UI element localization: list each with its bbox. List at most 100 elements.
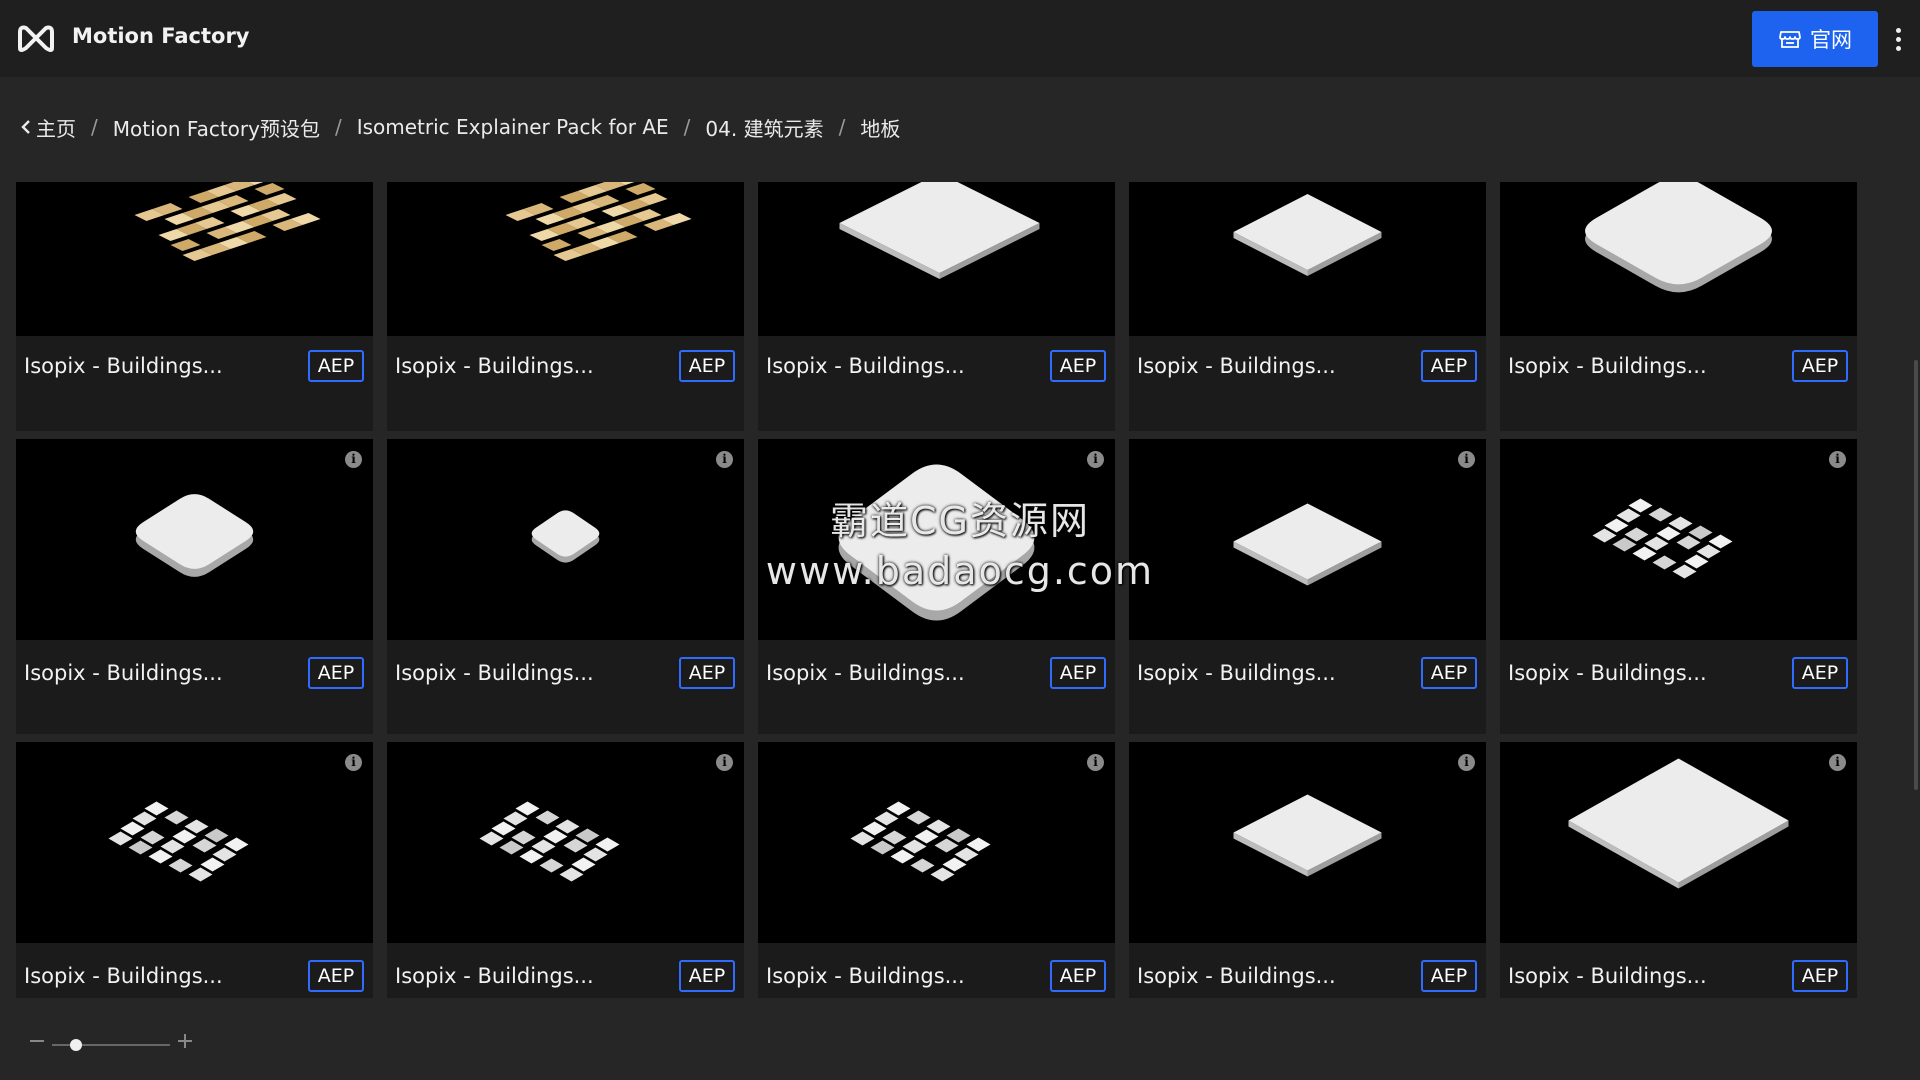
asset-card[interactable]: i Isopix - Buildings... AEP [1500,439,1857,734]
asset-grid: Isopix - Buildings... AEP Isopix - Buildin… [16,182,1857,998]
file-type-badge: AEP [1421,657,1477,689]
floor-preview-image [134,182,321,261]
asset-thumbnail[interactable]: i [758,742,1115,943]
asset-title: Isopix - Buildings... [395,661,594,685]
asset-thumbnail[interactable]: i [387,742,744,943]
asset-thumbnail[interactable] [1129,182,1486,336]
asset-title: Isopix - Buildings... [1508,661,1707,685]
floor-preview-image [505,182,692,261]
more-menu-button[interactable] [1886,24,1910,54]
app-title: Motion Factory [72,24,250,48]
breadcrumb-presets-link[interactable]: Motion Factory预设包 [113,113,320,142]
asset-card[interactable]: i Isopix - Buildings... AEP [387,742,744,998]
breadcrumb-current: 地板 [860,116,901,141]
asset-card[interactable]: i Isopix - Buildings... AEP [1129,439,1486,734]
asset-thumbnail[interactable]: i [1129,742,1486,943]
asset-thumbnail[interactable]: i [1500,742,1857,943]
floor-preview-image [531,510,600,563]
asset-card[interactable]: i Isopix - Buildings... AEP [1500,742,1857,998]
asset-title: Isopix - Buildings... [1137,964,1336,988]
vertical-scrollbar[interactable] [1914,360,1918,790]
asset-thumbnail[interactable]: i [16,439,373,640]
file-type-badge: AEP [679,350,735,382]
floor-preview-image [1585,182,1772,293]
breadcrumb: 主页 / Motion Factory预设包 / Isometric Expla… [20,112,900,142]
file-type-badge: AEP [1050,350,1106,382]
file-type-badge: AEP [308,350,364,382]
asset-thumbnail[interactable] [758,182,1115,336]
official-site-button[interactable]: 官网 [1752,11,1878,67]
info-icon[interactable]: i [716,754,733,771]
asset-card[interactable]: Isopix - Buildings... AEP [758,182,1115,431]
asset-thumbnail[interactable]: i [1129,439,1486,640]
floor-preview-image [1592,498,1733,579]
file-type-badge: AEP [308,657,364,689]
breadcrumb-separator: / [683,115,691,139]
breadcrumb-pack-link[interactable]: Isometric Explainer Pack for AE [357,115,669,139]
more-dots-icon [1895,27,1901,33]
top-bar: Motion Factory 官网 [0,0,1920,77]
asset-thumbnail[interactable]: i [387,439,744,640]
asset-card[interactable]: Isopix - Buildings... AEP [1129,182,1486,431]
info-icon[interactable]: i [345,451,362,468]
motion-factory-logo-icon[interactable] [16,22,56,54]
floor-preview-image [108,801,249,882]
zoom-in-icon[interactable] [178,1034,192,1048]
file-type-badge: AEP [1792,657,1848,689]
asset-title: Isopix - Buildings... [766,354,965,378]
asset-title: Isopix - Buildings... [1137,661,1336,685]
asset-thumbnail[interactable]: i [1500,439,1857,640]
floor-preview-image [479,801,620,882]
asset-thumbnail[interactable]: i [16,742,373,943]
bottom-bar [0,1000,1920,1080]
asset-card[interactable]: Isopix - Buildings... AEP [387,182,744,431]
asset-title: Isopix - Buildings... [395,964,594,988]
asset-title: Isopix - Buildings... [24,964,223,988]
info-icon[interactable]: i [1458,754,1475,771]
breadcrumb-home-label: 主页 [36,116,76,141]
asset-title: Isopix - Buildings... [766,964,965,988]
breadcrumb-separator: / [334,115,342,139]
breadcrumb-category-link[interactable]: 04. 建筑元素 [705,113,823,142]
asset-thumbnail[interactable] [1500,182,1857,336]
asset-card[interactable]: i Isopix - Buildings... AEP [16,439,373,734]
floor-preview-image [1568,758,1789,889]
info-icon[interactable]: i [345,754,362,771]
info-icon[interactable]: i [716,451,733,468]
file-type-badge: AEP [1792,960,1848,992]
asset-thumbnail[interactable]: i [758,439,1115,640]
breadcrumb-home-link[interactable]: 主页 [20,113,76,142]
floor-preview-image [1233,503,1382,586]
asset-card[interactable]: i Isopix - Buildings... AEP [387,439,744,734]
file-type-badge: AEP [679,657,735,689]
info-icon[interactable]: i [1087,754,1104,771]
asset-title: Isopix - Buildings... [1508,964,1707,988]
zoom-out-icon[interactable] [30,1040,44,1042]
asset-card[interactable]: i Isopix - Buildings... AEP [16,742,373,998]
asset-card[interactable]: i Isopix - Buildings... AEP [758,439,1115,734]
asset-card[interactable]: i Isopix - Buildings... AEP [1129,742,1486,998]
floor-preview-image [135,494,254,577]
zoom-slider-handle[interactable] [69,1039,82,1051]
asset-card[interactable]: Isopix - Buildings... AEP [16,182,373,431]
info-icon[interactable]: i [1458,451,1475,468]
file-type-badge: AEP [1050,960,1106,992]
floor-preview-image [1233,194,1382,276]
file-type-badge: AEP [1050,657,1106,689]
asset-card[interactable]: i Isopix - Buildings... AEP [758,742,1115,998]
file-type-badge: AEP [1421,350,1477,382]
asset-thumbnail[interactable] [16,182,373,336]
breadcrumb-separator: / [91,115,98,139]
file-type-badge: AEP [1421,960,1477,992]
info-icon[interactable]: i [1829,754,1846,771]
official-site-label: 官网 [1810,28,1852,52]
floor-preview-image [839,182,1040,279]
file-type-badge: AEP [1792,350,1848,382]
file-type-badge: AEP [679,960,735,992]
floor-preview-image [1233,794,1382,877]
asset-thumbnail[interactable] [387,182,744,336]
info-icon[interactable]: i [1087,451,1104,468]
info-icon[interactable]: i [1829,451,1846,468]
asset-card[interactable]: Isopix - Buildings... AEP [1500,182,1857,431]
asset-title: Isopix - Buildings... [24,354,223,378]
